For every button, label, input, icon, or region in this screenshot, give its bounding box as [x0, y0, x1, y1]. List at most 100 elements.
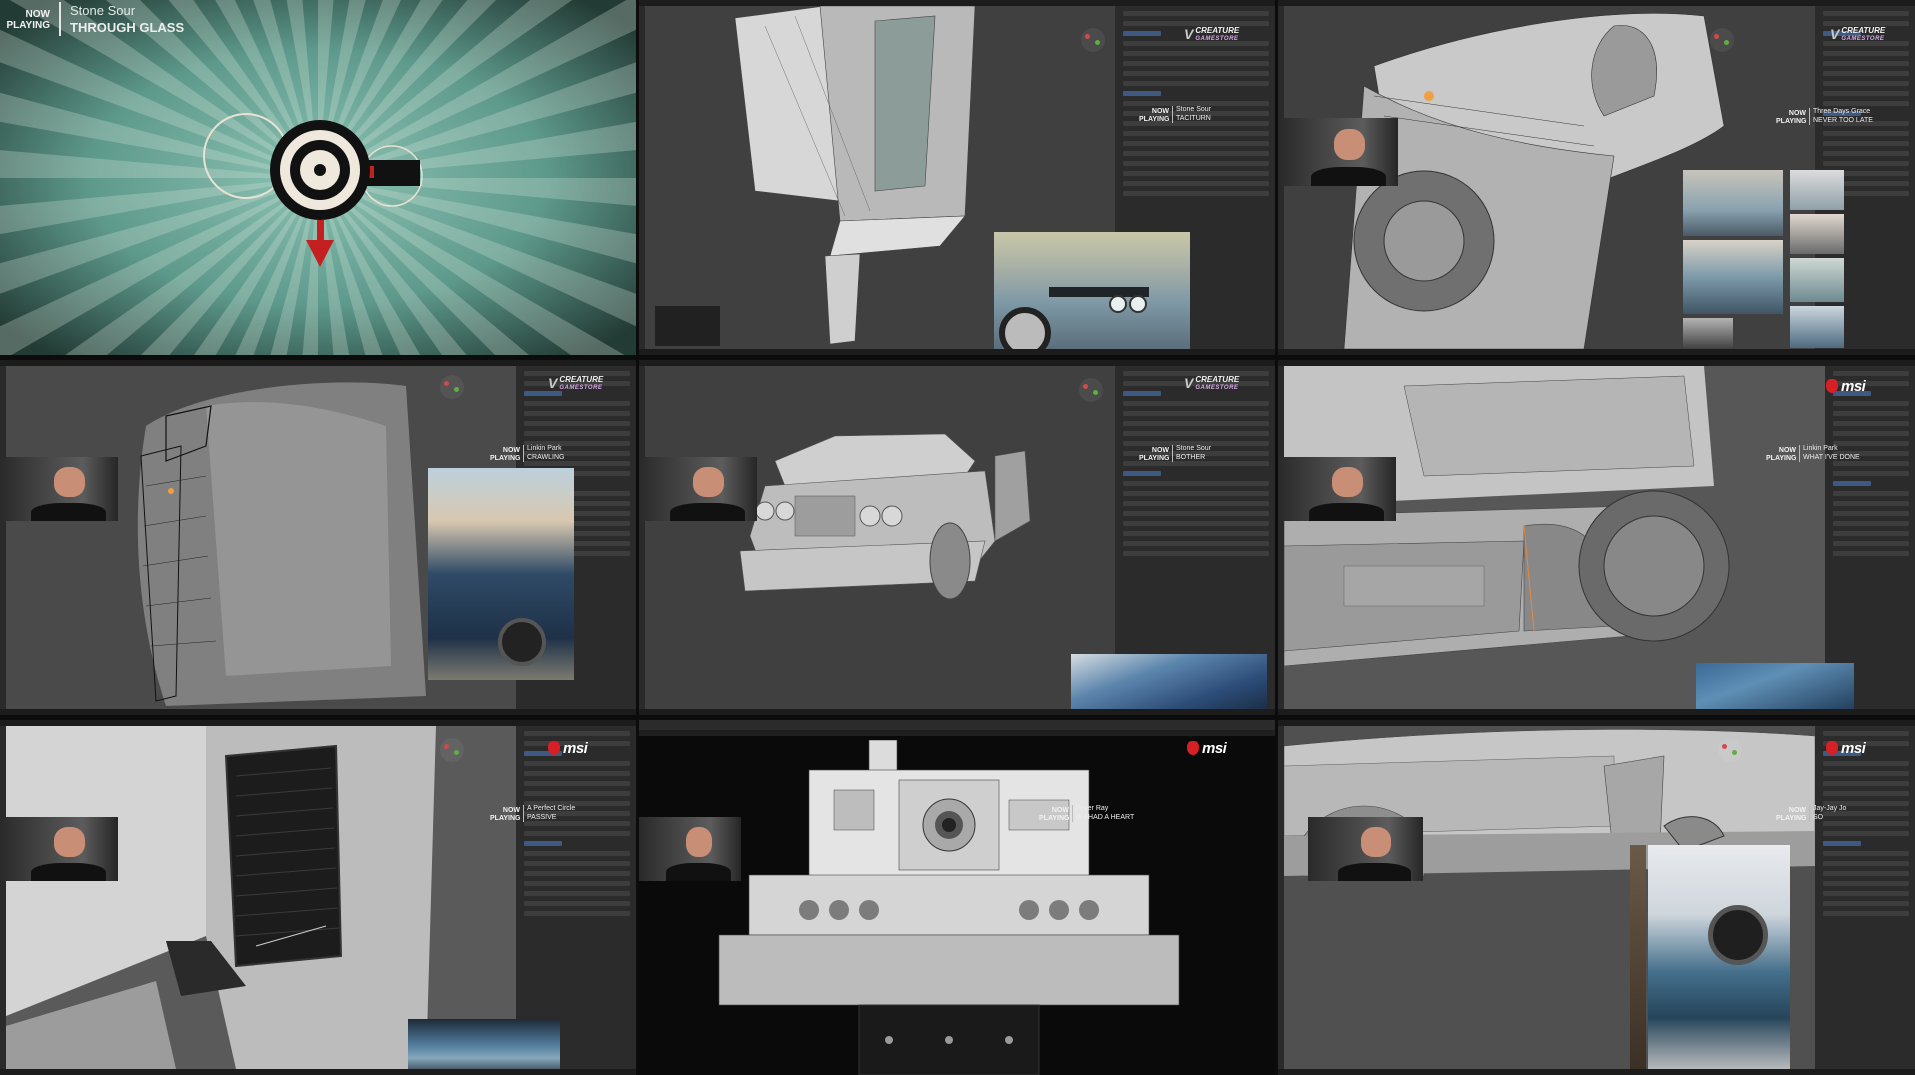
side-skirt-model: [1284, 366, 1825, 709]
artist-name: Three Days Grace: [1813, 108, 1871, 115]
status-bar: [639, 349, 1275, 355]
status-bar: [1278, 709, 1915, 715]
webcam-feed: [1308, 817, 1423, 881]
song-title: BOTHER: [1176, 453, 1206, 461]
msi-logo: msi: [1826, 740, 1866, 757]
creature-gamestore-logo: V CREATURE GAMESTORE: [1184, 375, 1240, 392]
artist-name: Stone Sour: [1176, 445, 1212, 452]
reference-photo: [1683, 240, 1783, 314]
artist-name: Jay-Jay Jo: [1813, 805, 1847, 812]
now-playing-track: Stone Sour BOTHER: [1172, 445, 1211, 462]
tile-blender-vent-grille: msi NOW PLAYING A Perfect Circle PASSIVE: [0, 720, 636, 1075]
now-playing-label: NOW PLAYING: [1776, 807, 1807, 822]
webcam-feed: [0, 817, 118, 881]
reference-photo: [1071, 654, 1267, 714]
now-playing-label: NOW PLAYING: [6, 9, 50, 31]
now-playing-track: Three Days Grace NEVER TOO LATE: [1809, 108, 1873, 125]
navigation-gizmo[interactable]: [1079, 378, 1103, 402]
song-title: SO: [1813, 813, 1824, 821]
song-title: PASSIVE: [527, 813, 557, 821]
reference-photo: [1790, 258, 1844, 302]
now-playing-track: A Perfect Circle PASSIVE: [523, 805, 575, 822]
msi-logo: msi: [1826, 378, 1866, 395]
webcam-feed: [0, 457, 118, 521]
webcam-feed: [639, 817, 741, 881]
reference-photo: [1790, 170, 1844, 210]
song-title: CRAWLING: [527, 453, 565, 461]
properties-panel[interactable]: [1825, 366, 1915, 709]
status-bar: [0, 709, 636, 715]
reference-photo: [1648, 845, 1790, 1075]
now-playing-track: Stone Sour TACITURN: [1172, 106, 1211, 123]
artist-name: Fever Ray: [1076, 805, 1109, 812]
properties-panel[interactable]: [1815, 726, 1915, 1069]
reference-photo-strip: [1630, 845, 1646, 1075]
tile-intro: NOW PLAYING Stone Sour THROUGH GLASS: [0, 0, 636, 355]
reference-photo: [1790, 214, 1844, 254]
creature-gamestore-logo: V CREATURE GAMESTORE: [1184, 26, 1240, 43]
tile-blender-rear-fender: V CREATURE GAMESTORE NOW PLAYING Three Day…: [1278, 0, 1915, 355]
reference-photo: [1790, 306, 1844, 348]
artist-name: Stone Sour: [1176, 106, 1212, 113]
navigation-gizmo[interactable]: [1710, 28, 1734, 52]
now-playing-track: Linkin Park WHAT I'VE DONE: [1799, 445, 1860, 462]
artist-name: Stone Sour: [70, 3, 136, 18]
reference-photo: [1696, 663, 1854, 709]
now-playing-label: NOW PLAYING: [1776, 110, 1807, 125]
tank-model: [718, 740, 1180, 1075]
now-playing-label: NOW PLAYING: [490, 807, 521, 822]
now-playing-track: Linkin Park CRAWLING: [523, 445, 564, 462]
now-playing-track: Jay-Jay Jo SO: [1809, 805, 1846, 822]
tile-blender-doorframe: V CREATURE GAMESTORE NOW PLAYING Stone Sou…: [639, 0, 1275, 355]
reference-photo: [428, 468, 574, 680]
3d-viewport[interactable]: [645, 366, 1115, 709]
msi-logo: msi: [548, 740, 588, 757]
eye-emblem-icon: [270, 120, 420, 267]
song-title: NEVER TOO LATE: [1813, 116, 1873, 124]
navigation-gizmo[interactable]: [440, 738, 464, 762]
now-playing-label: NOW PLAYING: [1139, 108, 1170, 123]
webcam-feed: [1278, 457, 1396, 521]
song-title: THROUGH GLASS: [70, 20, 185, 35]
now-playing-track: Stone Sour THROUGH GLASS: [59, 2, 184, 36]
status-bar: [1278, 349, 1915, 355]
audi-reference-photo: [994, 232, 1190, 350]
now-playing-label: NOW PLAYING: [1039, 807, 1070, 822]
3d-viewport[interactable]: [1284, 366, 1825, 709]
artist-name: Linkin Park: [1803, 445, 1838, 452]
webcam-feed: [639, 457, 757, 521]
vent-grille-model: [6, 726, 516, 1069]
tile-blender-car-overview: V CREATURE GAMESTORE NOW PLAYING Stone Sou…: [639, 360, 1275, 715]
car-model: [739, 433, 1031, 600]
tile-blender-wireframe: V CREATURE GAMESTORE NOW PLAYING Linkin Pa…: [0, 360, 636, 715]
status-bar: [1278, 1069, 1915, 1075]
status-bar: [0, 1069, 636, 1075]
properties-panel[interactable]: [516, 726, 636, 1069]
artist-name: A Perfect Circle: [527, 805, 576, 812]
reference-photo: [408, 1019, 560, 1075]
song-title: TACITURN: [1176, 114, 1211, 122]
tile-blender-wheel-arch: msi NOW PLAYING Jay-Jay Jo SO: [1278, 720, 1915, 1075]
now-playing-track: Fever Ray IF I HAD A HEART: [1072, 805, 1134, 822]
bookmarks-bar: [639, 730, 1275, 736]
status-bar: [639, 709, 1275, 715]
webcam-feed: [1280, 118, 1398, 186]
now-playing-label: NOW PLAYING: [490, 447, 521, 462]
navigation-gizmo[interactable]: [1081, 28, 1105, 52]
now-playing-label: NOW PLAYING: [1766, 447, 1797, 462]
song-title: WHAT I'VE DONE: [1803, 453, 1860, 461]
navigation-gizmo[interactable]: [440, 375, 464, 399]
browser-tab-bar[interactable]: [639, 720, 1275, 730]
navigation-gizmo[interactable]: [1718, 738, 1742, 762]
tile-blender-tank: msi NOW PLAYING Fever Ray IF I HAD A HEA…: [639, 720, 1275, 1075]
3d-viewport[interactable]: [6, 726, 516, 1069]
artist-name: Linkin Park: [527, 445, 562, 452]
creature-gamestore-logo: V CREATURE GAMESTORE: [548, 375, 604, 392]
tile-blender-side-skirt: msi NOW PLAYING Linkin Park WHAT I'VE DO…: [1278, 360, 1915, 715]
now-playing-label: NOW PLAYING: [1139, 447, 1170, 462]
creature-gamestore-logo: V CREATURE GAMESTORE: [1830, 26, 1886, 43]
song-title: IF I HAD A HEART: [1076, 813, 1135, 821]
reference-photo: [1683, 318, 1733, 348]
stream-grid: NOW PLAYING Stone Sour THROUGH GLASS V C…: [0, 0, 1915, 1075]
operator-panel[interactable]: [655, 306, 720, 346]
